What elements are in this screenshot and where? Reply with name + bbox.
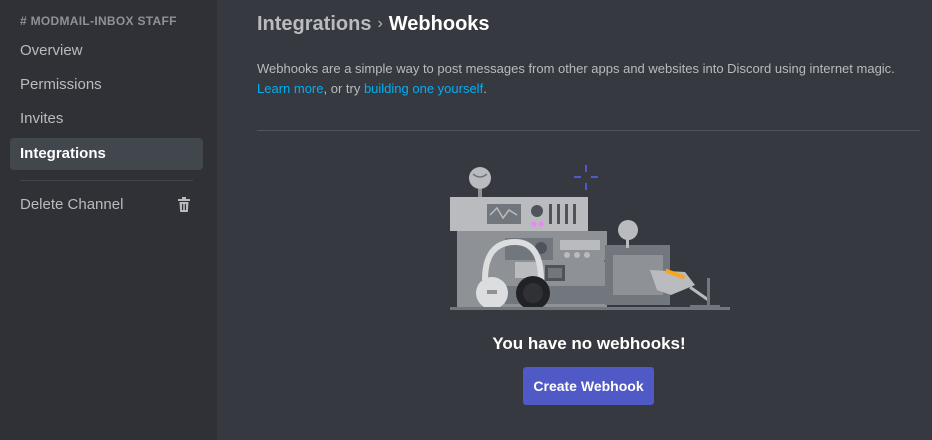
page-title: Integrations › Webhooks [257,13,490,36]
sidebar-item-label: Overview [20,42,83,59]
build-yourself-link[interactable]: building one yourself [364,81,483,96]
description-text: Webhooks are a simple way to post messag… [257,61,895,76]
sidebar-item-label: Integrations [20,145,106,162]
settings-sidebar: # MODMAIL-INBOX STAFF Overview Permissio… [0,0,217,440]
sidebar-item-overview[interactable]: Overview [10,35,203,67]
sidebar-divider [20,180,193,181]
main-content: Integrations › Webhooks Webhooks are a sim… [217,0,932,440]
sidebar-item-invites[interactable]: Invites [10,103,203,135]
webhooks-description: Webhooks are a simple way to post messag… [257,59,917,99]
sidebar-channel-header: # MODMAIL-INBOX STAFF [20,14,177,28]
breadcrumb-separator: › [377,15,383,32]
sidebar-item-permissions[interactable]: Permissions [10,69,203,101]
breadcrumb-current: Webhooks [388,13,490,35]
sidebar-item-label: Permissions [20,76,102,93]
sidebar-item-integrations[interactable]: Integrations [10,138,203,170]
sidebar-item-delete-channel[interactable]: Delete Channel [10,189,203,221]
create-webhook-button[interactable]: Create Webhook [523,367,654,405]
section-divider [257,130,920,131]
description-end: . [483,81,487,96]
learn-more-link[interactable]: Learn more [257,81,323,96]
sidebar-item-label: Delete Channel [20,196,124,213]
description-middle: , or try [323,81,364,96]
empty-state-title: You have no webhooks! [492,334,686,353]
sidebar-item-label: Invites [20,110,64,127]
webhook-machine-illustration [450,165,730,310]
breadcrumb-integrations[interactable]: Integrations [257,13,371,35]
trash-icon [178,197,190,212]
